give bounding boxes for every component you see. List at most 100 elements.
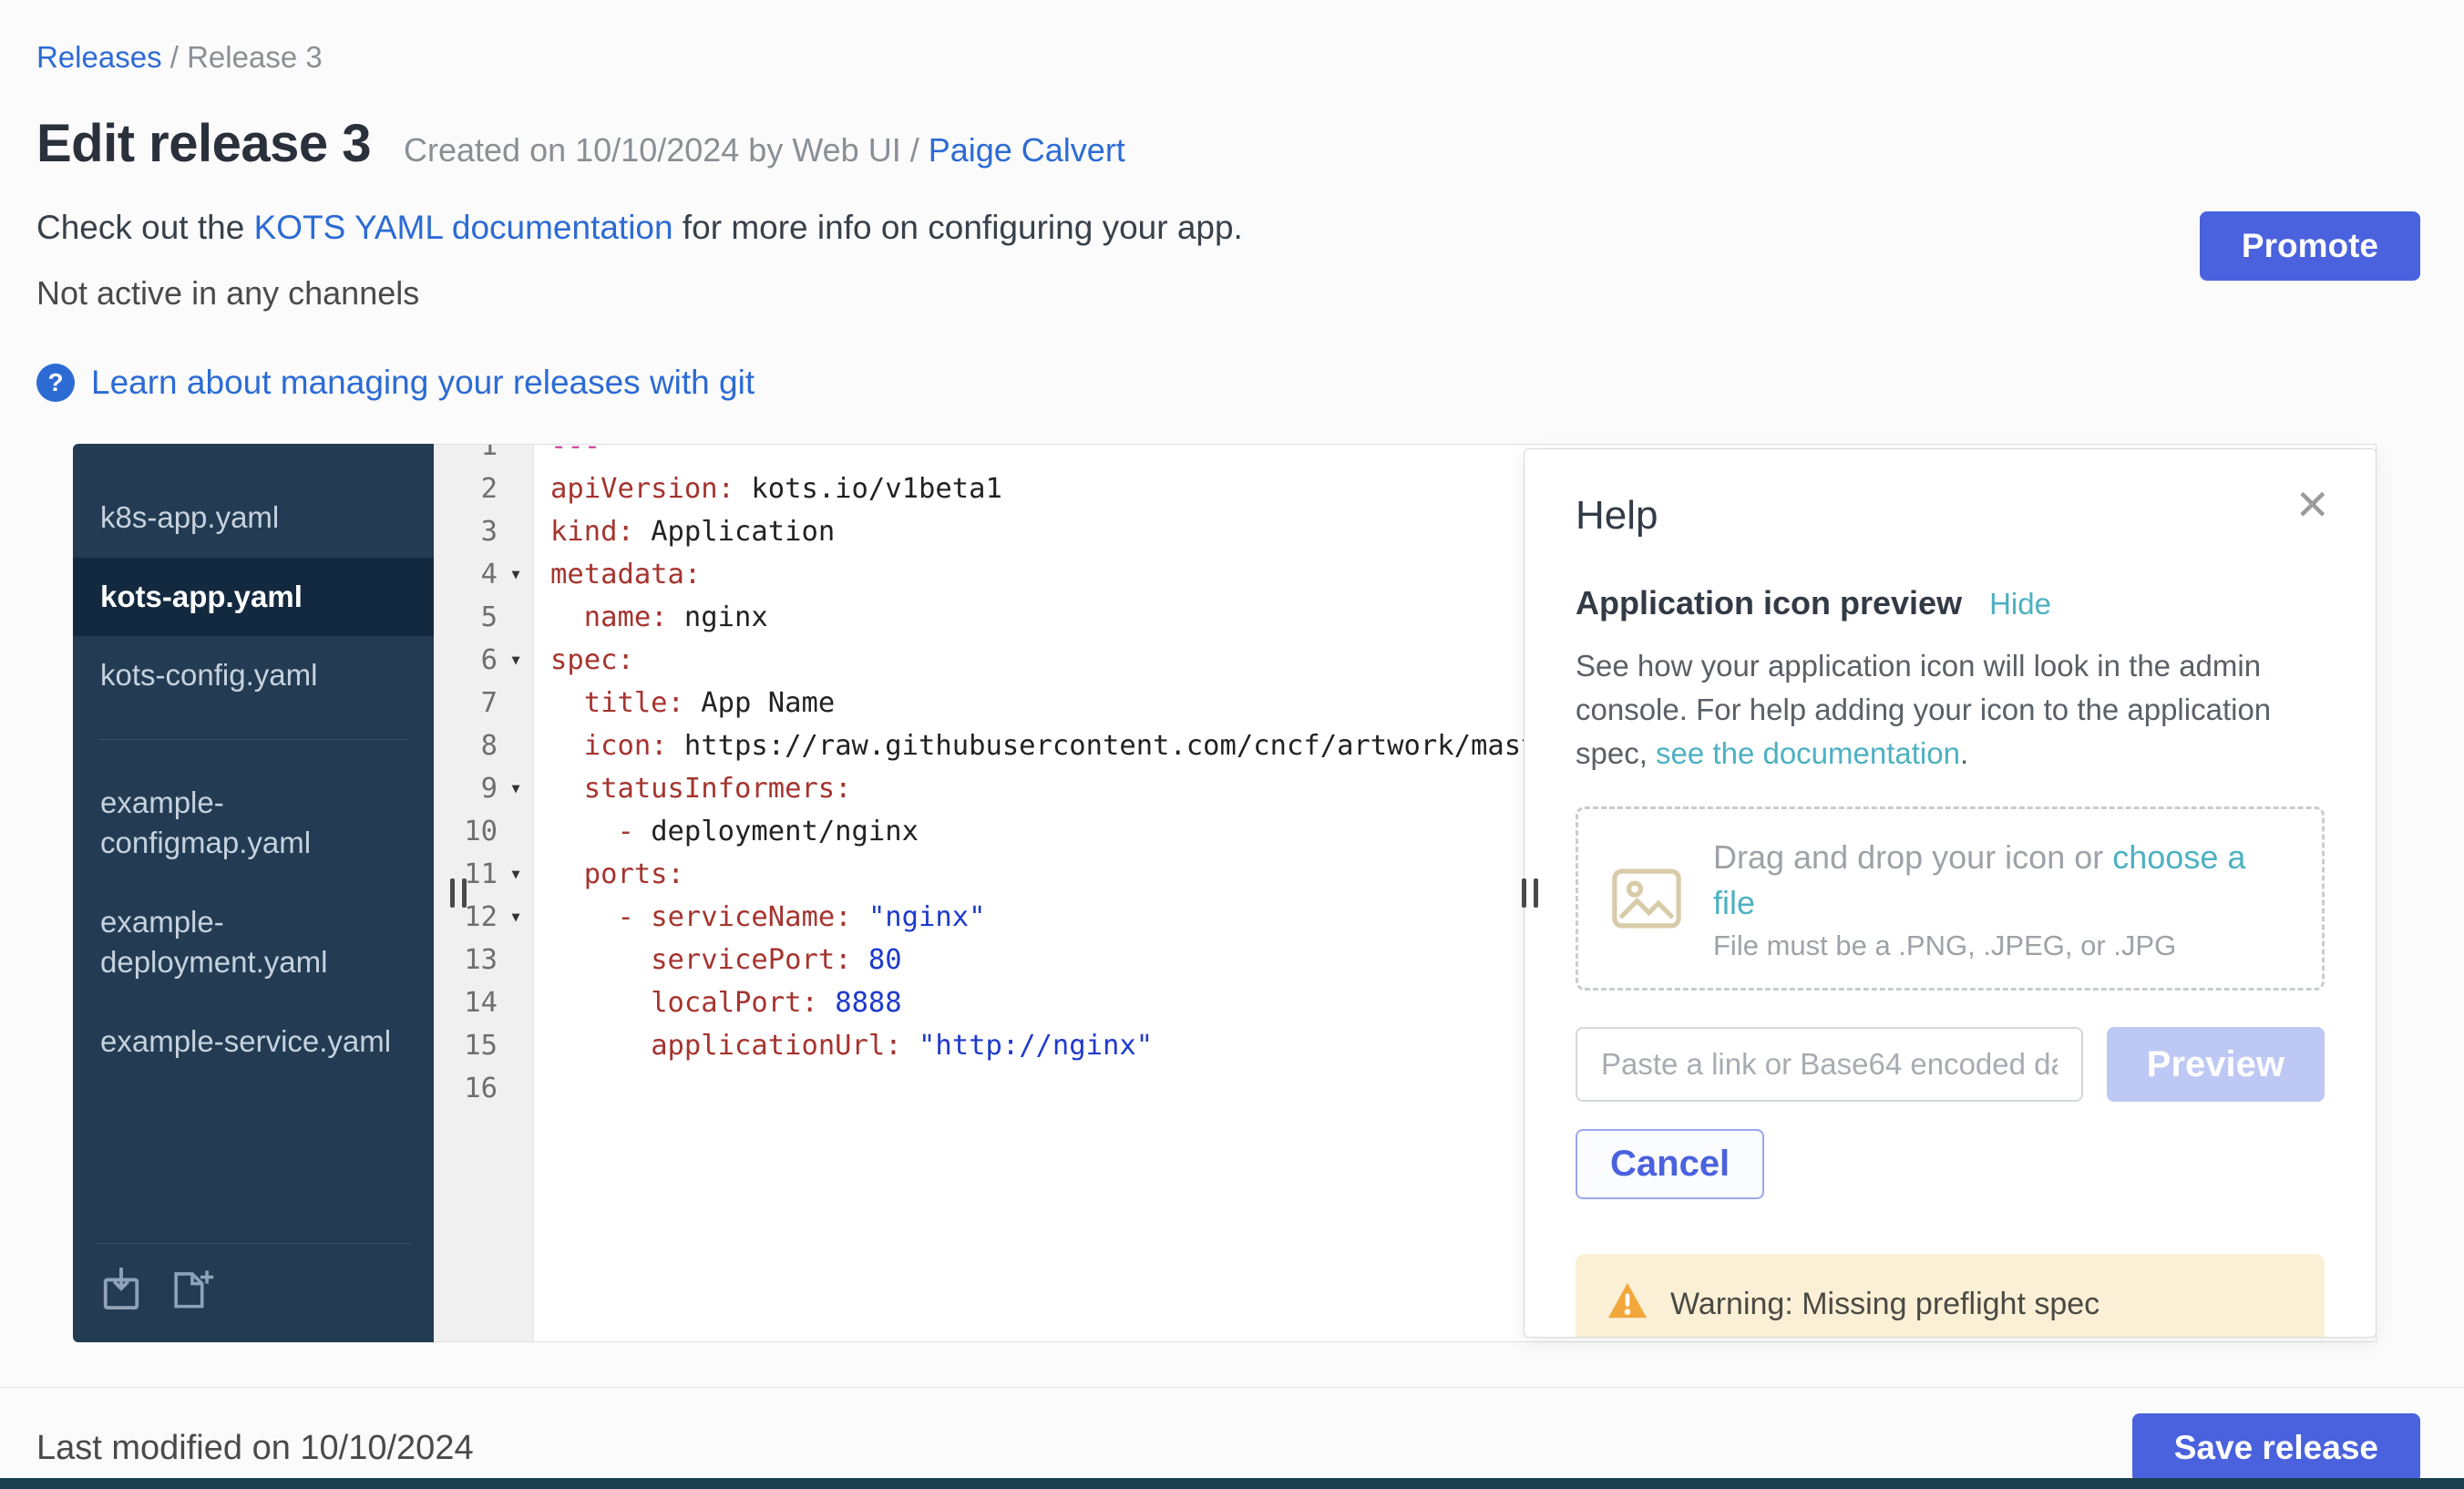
- breadcrumb-separator: /: [162, 40, 188, 74]
- fold-arrow-icon[interactable]: ▾: [498, 767, 534, 810]
- workspace: k8s-app.yamlkots-app.yamlkots-config.yam…: [73, 444, 2377, 1342]
- code-text: kind: Application: [534, 510, 835, 553]
- bottom-strip: [0, 1478, 2464, 1489]
- fold-spacer: [498, 596, 534, 639]
- help-description-period: .: [1960, 736, 1968, 770]
- fold-spacer: [498, 1024, 534, 1067]
- line-number: 16: [434, 1067, 498, 1110]
- cancel-button[interactable]: Cancel: [1576, 1129, 1764, 1199]
- fold-spacer: [498, 467, 534, 510]
- code-text: metadata:: [534, 553, 701, 596]
- file-tree-divider: [98, 739, 408, 740]
- fold-spacer: [498, 939, 534, 981]
- line-number: 7: [434, 682, 498, 724]
- fold-spacer: [498, 510, 534, 553]
- git-releases-link[interactable]: Learn about managing your releases with …: [91, 364, 755, 402]
- channel-status: Not active in any channels: [36, 274, 2420, 313]
- breadcrumb-current: Release 3: [187, 40, 323, 74]
- line-number: 5: [434, 596, 498, 639]
- sidebar-resize-handle[interactable]: [450, 878, 467, 908]
- code-text: statusInformers:: [534, 767, 852, 810]
- icon-url-row: Preview: [1576, 1027, 2325, 1102]
- file-tree: k8s-app.yamlkots-app.yamlkots-config.yam…: [73, 478, 434, 1081]
- doc-prefix: Check out the: [36, 209, 254, 246]
- icon-preview-title: Application icon preview: [1576, 584, 1962, 622]
- warning-head: Warning: Missing preflight spec: [1607, 1281, 2294, 1328]
- created-author-link[interactable]: Paige Calvert: [929, 131, 1125, 169]
- doc-suffix: for more info on configuring your app.: [673, 209, 1243, 246]
- fold-spacer: [498, 682, 534, 724]
- fold-arrow-icon[interactable]: ▾: [498, 553, 534, 596]
- image-placeholder-icon: [1611, 868, 1682, 929]
- code-text: spec:: [534, 639, 634, 682]
- line-number: 4: [434, 553, 498, 596]
- line-number: 9: [434, 767, 498, 810]
- icon-url-input[interactable]: [1576, 1027, 2083, 1102]
- preview-button[interactable]: Preview: [2107, 1027, 2325, 1102]
- fold-spacer: [498, 724, 534, 767]
- line-number: 13: [434, 939, 498, 981]
- fold-spacer: [498, 1067, 534, 1110]
- code-text: localPort: 8888: [534, 981, 902, 1024]
- doc-line: Check out the KOTS YAML documentation fo…: [36, 209, 2420, 247]
- code-text: name: nginx: [534, 596, 768, 639]
- file-tree-item[interactable]: k8s-app.yaml: [73, 478, 434, 558]
- dropzone-copy: Drag and drop your icon or choose a file…: [1713, 835, 2289, 962]
- kots-docs-link[interactable]: KOTS YAML documentation: [254, 209, 673, 246]
- last-modified-text: Last modified on 10/10/2024: [36, 1429, 474, 1468]
- fold-arrow-icon[interactable]: ▾: [498, 853, 534, 896]
- breadcrumb: Releases / Release 3: [36, 40, 2420, 75]
- new-file-icon[interactable]: [169, 1266, 215, 1311]
- file-tree-item[interactable]: kots-app.yaml: [73, 558, 434, 637]
- line-number: 1: [434, 444, 498, 467]
- line-number: 6: [434, 639, 498, 682]
- fold-arrow-icon[interactable]: ▾: [498, 896, 534, 939]
- help-panel: ✕ Help Application icon preview Hide See…: [1524, 448, 2377, 1338]
- dropzone-text: Drag and drop your icon or choose a file: [1713, 835, 2289, 926]
- hide-link[interactable]: Hide: [1989, 587, 2051, 621]
- page-title: Edit release 3: [36, 113, 371, 174]
- created-text: Created on 10/10/2024 by Web UI / Paige …: [404, 131, 1125, 169]
- line-number: 2: [434, 467, 498, 510]
- warning-title: Warning: Missing preflight spec: [1670, 1287, 2100, 1322]
- code-text: ports:: [534, 853, 684, 896]
- line-number: 8: [434, 724, 498, 767]
- help-title: Help: [1576, 493, 2325, 539]
- footer: Last modified on 10/10/2024 Save release: [0, 1387, 2464, 1483]
- preflight-warning: Warning: Missing preflight spec Warning …: [1576, 1254, 2325, 1338]
- code-text: apiVersion: kots.io/v1beta1: [534, 467, 1002, 510]
- icon-preview-header: Application icon preview Hide: [1576, 584, 2325, 622]
- page: Releases / Release 3 Edit release 3 Crea…: [0, 0, 2464, 1342]
- icon-dropzone[interactable]: Drag and drop your icon or choose a file…: [1576, 806, 2325, 991]
- breadcrumb-releases-link[interactable]: Releases: [36, 40, 162, 74]
- file-tree-item[interactable]: example-service.yaml: [73, 1002, 434, 1082]
- question-icon: ?: [36, 364, 75, 402]
- fold-arrow-icon[interactable]: ▾: [498, 639, 534, 682]
- file-tree-item[interactable]: example-configmap.yaml: [73, 764, 434, 883]
- see-documentation-link[interactable]: see the documentation: [1656, 736, 1960, 770]
- import-file-icon[interactable]: [100, 1266, 142, 1311]
- code-text: - deployment/nginx: [534, 810, 919, 853]
- file-tree-item[interactable]: kots-config.yaml: [73, 636, 434, 715]
- file-sidebar: k8s-app.yamlkots-app.yamlkots-config.yam…: [73, 444, 434, 1342]
- code-text: servicePort: 80: [534, 939, 902, 981]
- fold-spacer: [498, 444, 534, 467]
- code-text: ---: [534, 444, 601, 467]
- line-number: 15: [434, 1024, 498, 1067]
- dropzone-text-prefix: Drag and drop your icon or: [1713, 838, 2112, 876]
- line-number: 3: [434, 510, 498, 553]
- fold-spacer: [498, 981, 534, 1024]
- save-release-button[interactable]: Save release: [2132, 1413, 2420, 1483]
- warning-icon: [1607, 1281, 1648, 1328]
- close-icon[interactable]: ✕: [2295, 484, 2330, 526]
- created-prefix: Created on 10/10/2024 by Web UI /: [404, 131, 929, 169]
- code-text: applicationUrl: "http://nginx": [534, 1024, 1153, 1067]
- fold-spacer: [498, 810, 534, 853]
- file-tree-item[interactable]: example-deployment.yaml: [73, 883, 434, 1002]
- promote-button[interactable]: Promote: [2200, 211, 2420, 281]
- help-resize-handle[interactable]: [1522, 878, 1538, 908]
- help-description: See how your application icon will look …: [1576, 644, 2286, 775]
- sidebar-footer-divider: [97, 1243, 410, 1244]
- title-row: Edit release 3 Created on 10/10/2024 by …: [36, 113, 2420, 174]
- line-number: 10: [434, 810, 498, 853]
